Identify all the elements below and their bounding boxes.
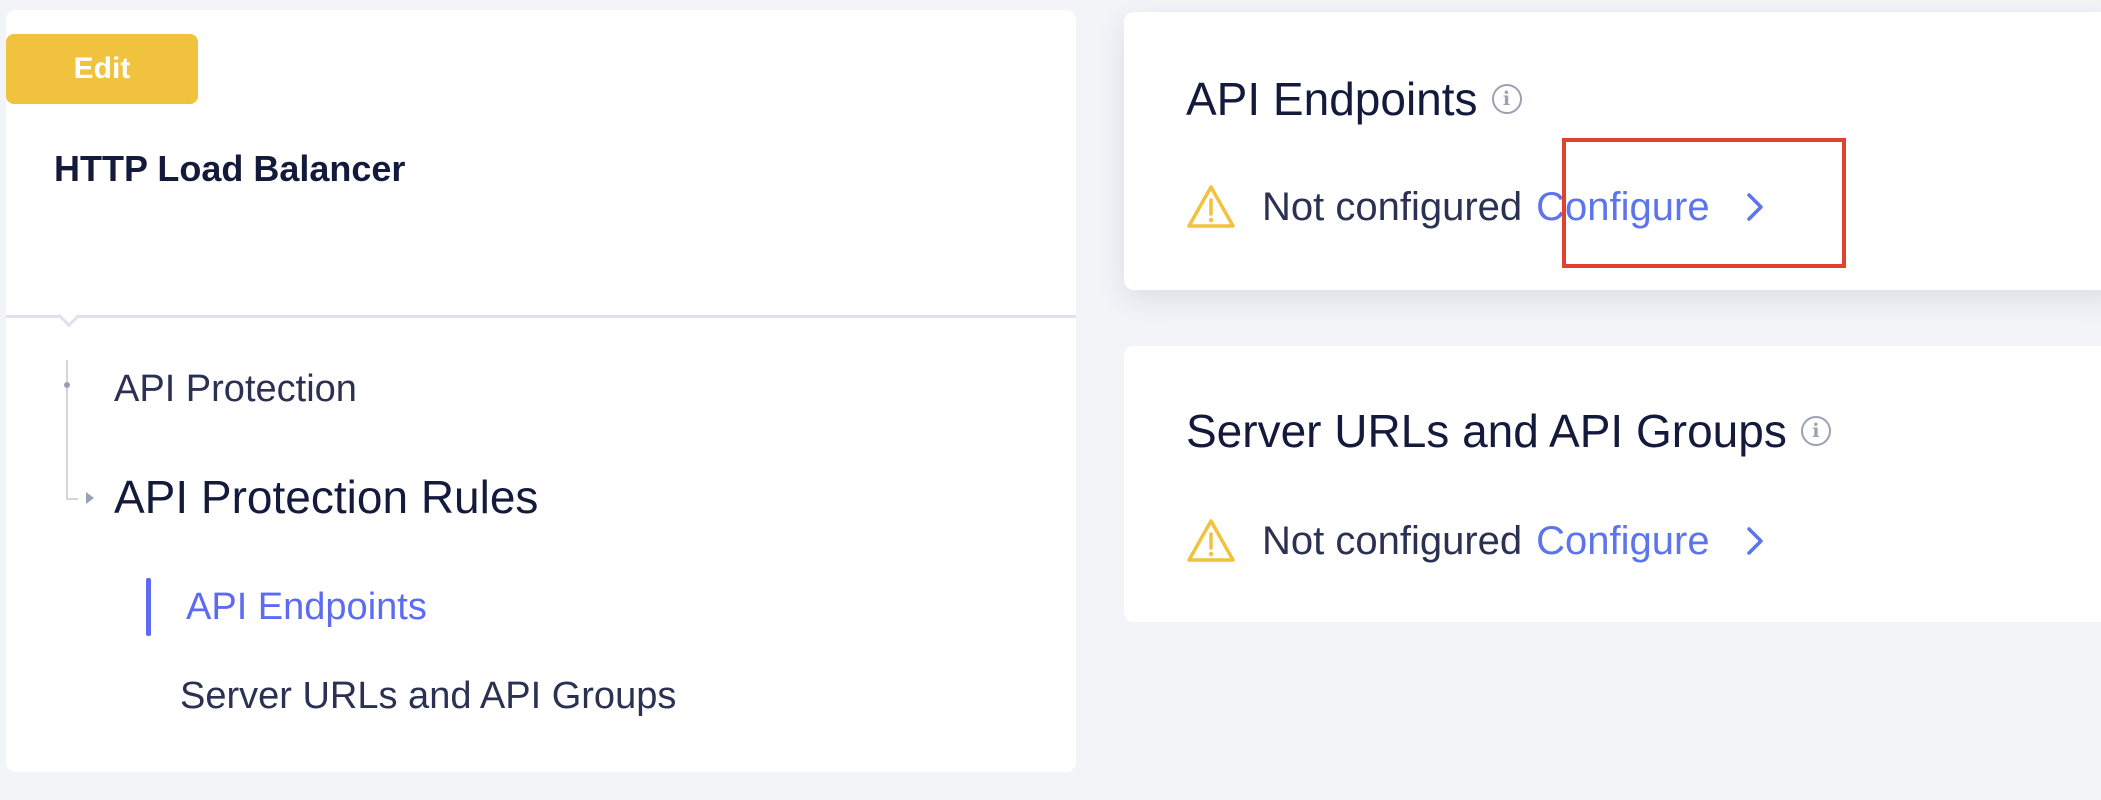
warning-triangle-icon [1187, 519, 1235, 562]
nav-item-api-endpoints[interactable]: API Endpoints [186, 586, 427, 629]
status-text: Not configured [1262, 184, 1523, 229]
tree-connector-line [66, 360, 68, 500]
tree-connector-elbow [66, 498, 78, 500]
nav-item-api-protection-rules[interactable]: API Protection Rules [114, 470, 538, 524]
nav-active-indicator [146, 578, 151, 636]
edit-button[interactable]: Edit [6, 34, 198, 104]
tree-bullet-icon [64, 382, 70, 388]
card-title-text: API Endpoints [1186, 73, 1478, 125]
chevron-right-icon [1746, 527, 1763, 555]
card-title: Server URLs and API Groups i [1186, 404, 1831, 458]
left-panel: Edit HTTP Load Balancer API Protection A… [6, 10, 1076, 772]
info-icon[interactable]: i [1491, 84, 1522, 114]
card-title-text: Server URLs and API Groups [1186, 405, 1787, 457]
nav-item-server-urls[interactable]: Server URLs and API Groups [180, 675, 676, 718]
configure-link[interactable]: Configure [1536, 519, 1765, 564]
card-title: API Endpoints i [1186, 72, 1522, 126]
info-icon[interactable]: i [1800, 416, 1831, 446]
status-text: Not configured [1262, 518, 1523, 563]
divider [6, 315, 1076, 318]
tree-arrow-icon [86, 492, 94, 504]
configure-label: Configure [1536, 518, 1710, 563]
warning-triangle-icon [1187, 185, 1235, 228]
page: Edit HTTP Load Balancer API Protection A… [0, 0, 2101, 800]
divider-notch [57, 304, 81, 328]
highlight-annotation-box [1562, 138, 1846, 268]
server-urls-card: Server URLs and API Groups i Not configu… [1124, 346, 2101, 622]
status-row: Not configured Configure [1186, 518, 1766, 564]
load-balancer-title: HTTP Load Balancer [54, 148, 406, 189]
nav-item-api-protection[interactable]: API Protection [114, 368, 357, 411]
